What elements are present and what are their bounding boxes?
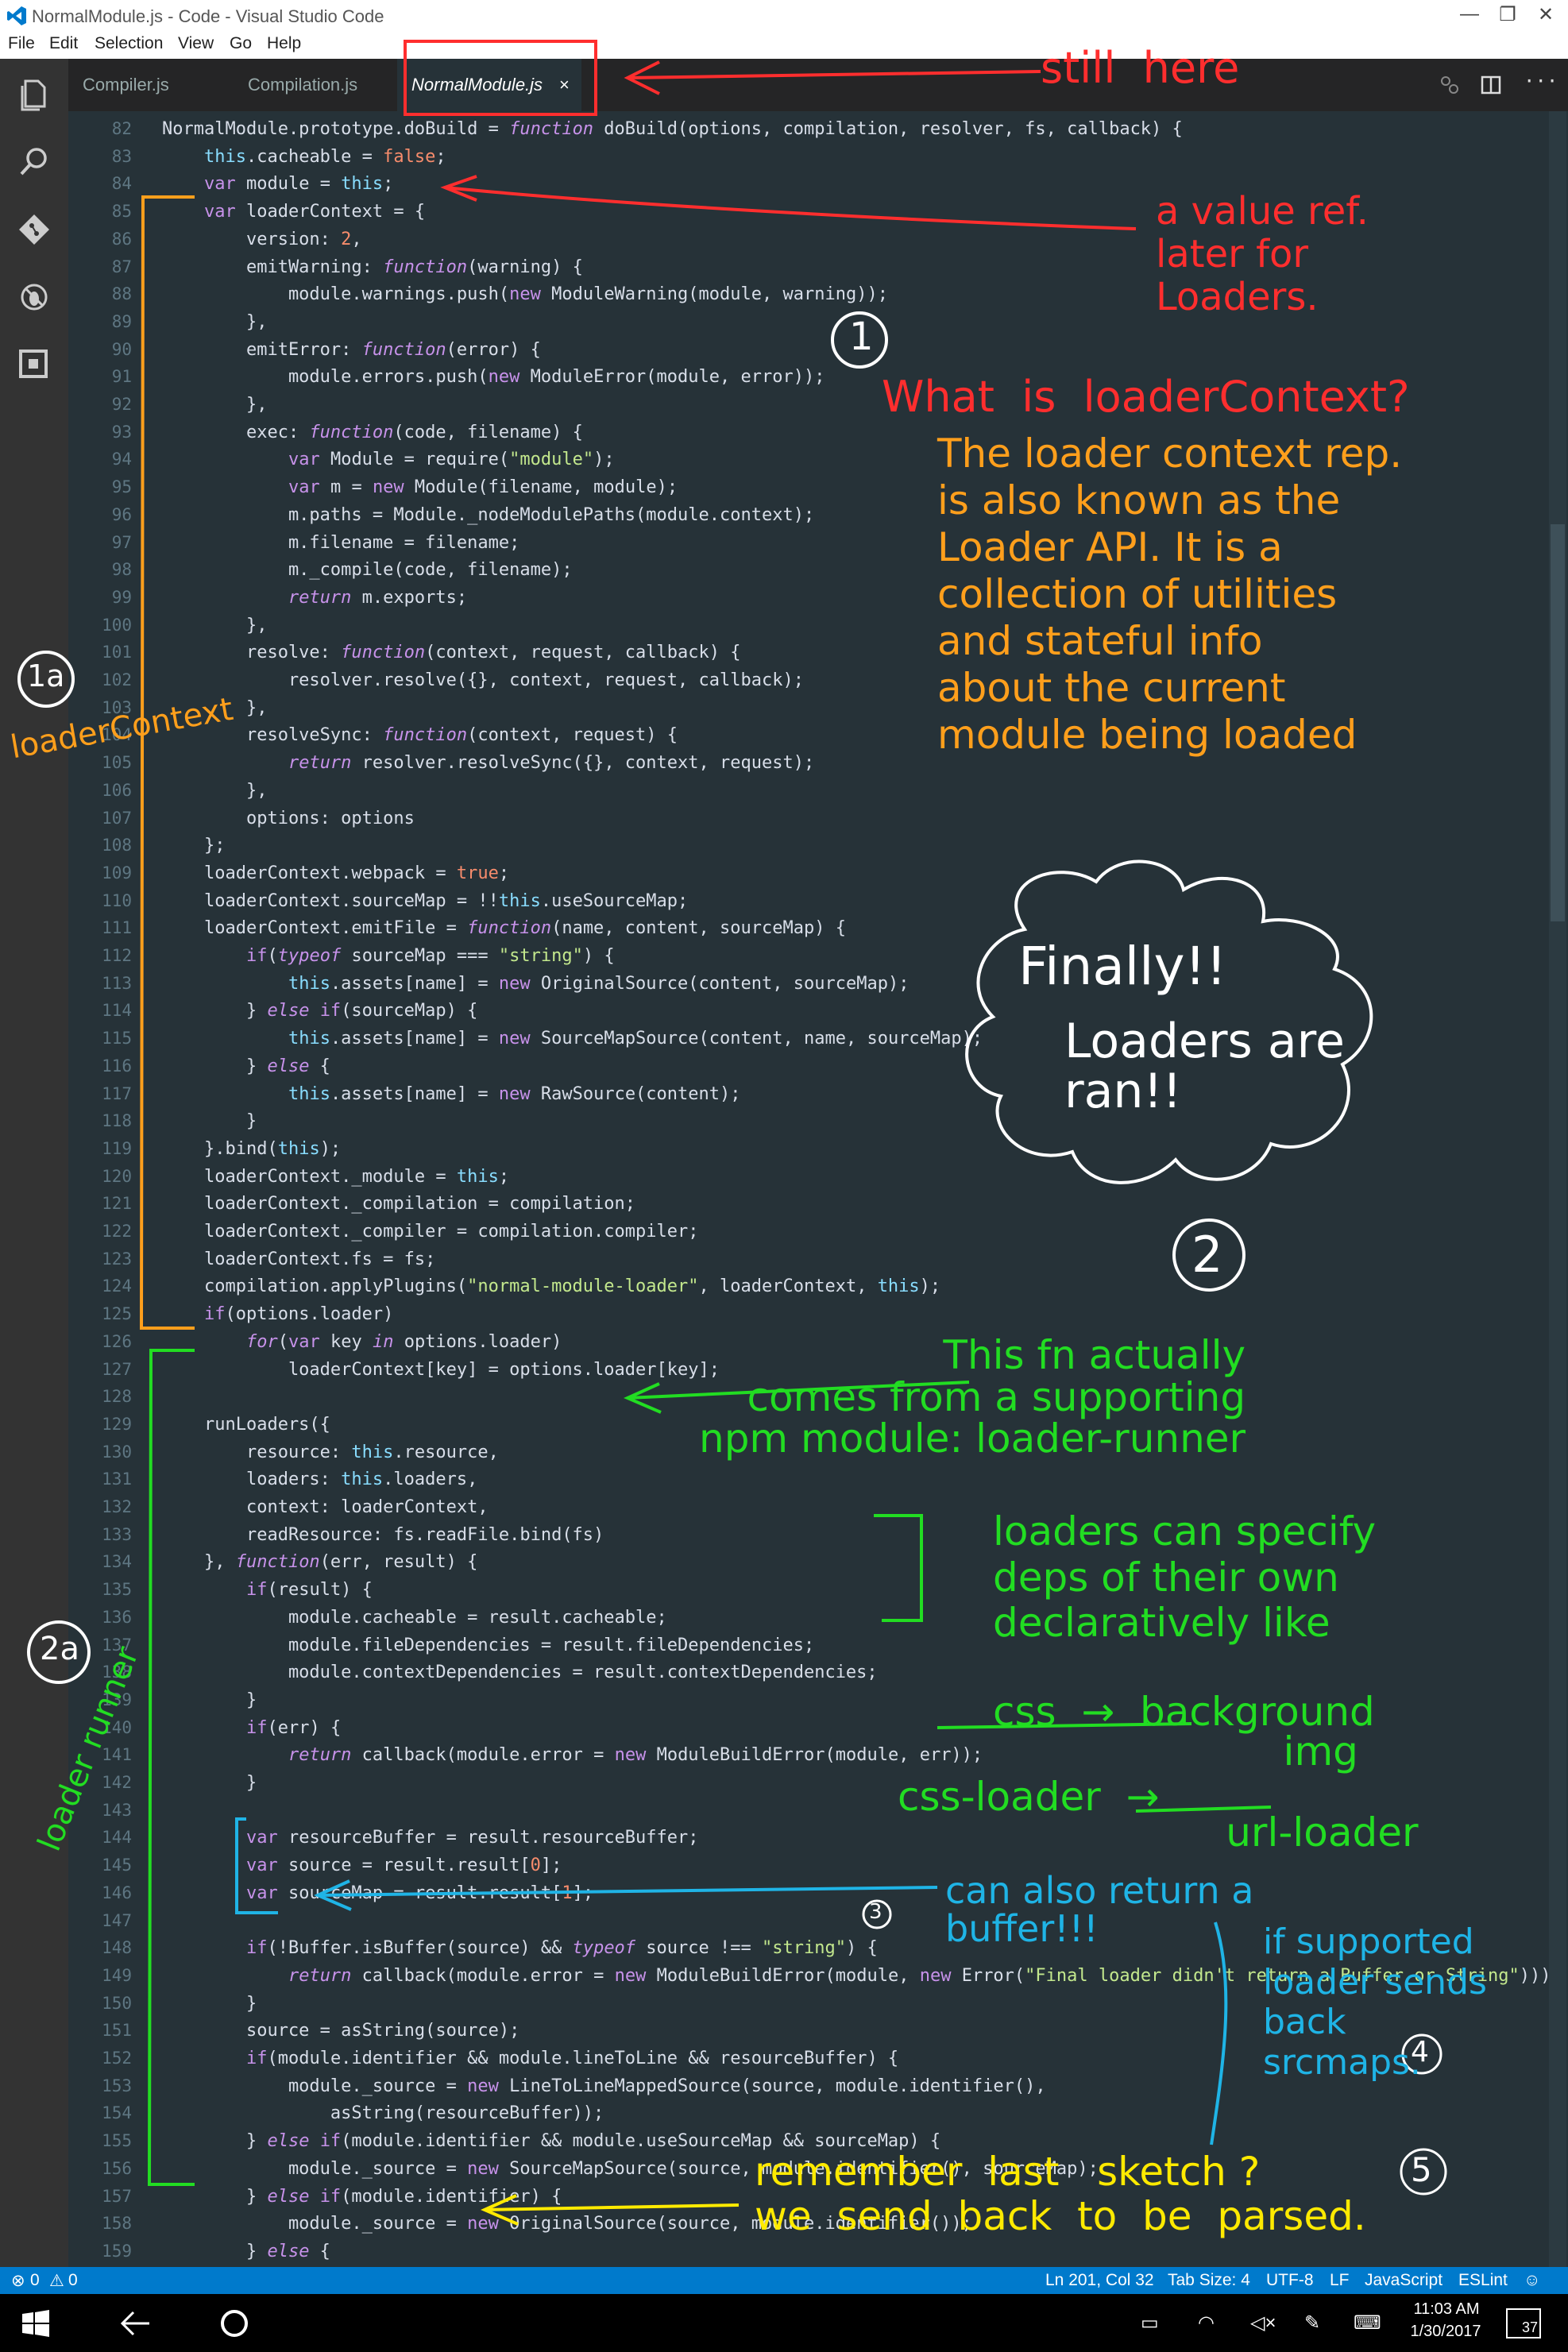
windows-start-icon[interactable] xyxy=(22,2310,49,2337)
loader-context-bracket xyxy=(139,195,195,1330)
finally-cloud xyxy=(965,859,1373,1184)
buffer-arrow xyxy=(317,1886,938,1897)
action-center-badge[interactable]: 37 xyxy=(1506,2308,1541,2338)
volume-icon[interactable]: ◁× xyxy=(1250,2311,1276,2335)
fn-comes-arrow xyxy=(627,1381,970,1400)
feedback-icon[interactable]: ☺ xyxy=(1524,2271,1540,2290)
still-here-arrow xyxy=(627,70,1041,79)
cursor-position[interactable]: Ln 201, Col 32 xyxy=(1045,2271,1154,2290)
back-arrow-icon[interactable] xyxy=(119,2310,151,2337)
keyboard-icon[interactable]: ⌨ xyxy=(1354,2311,1381,2335)
wifi-icon[interactable]: ◠ xyxy=(1198,2311,1215,2335)
battery-icon[interactable]: ▭ xyxy=(1141,2311,1159,2335)
deps-bracket xyxy=(874,1514,923,1622)
language-mode[interactable]: JavaScript xyxy=(1365,2271,1442,2290)
warning-icon[interactable]: ⚠ xyxy=(49,2271,64,2291)
status-bar: ⊗ 0 ⚠ 0 Ln 201, Col 32 Tab Size: 4 UTF-8… xyxy=(0,2267,1568,2294)
tab-highlight-box xyxy=(404,40,597,116)
cortana-icon[interactable] xyxy=(219,2308,249,2338)
warning-count[interactable]: 0 xyxy=(68,2271,78,2290)
buffer-check-bracket xyxy=(235,1817,278,1914)
error-icon[interactable]: ⊗ xyxy=(11,2271,25,2291)
tab-size[interactable]: Tab Size: 4 xyxy=(1168,2271,1250,2290)
linter-status[interactable]: ESLint xyxy=(1458,2271,1508,2290)
clock-date[interactable]: 1/30/2017 xyxy=(1406,2323,1485,2341)
annotation-strokes xyxy=(17,40,1447,2226)
windows-taskbar: ▭ ◠ ◁× ✎ ⌨ 11:03 AM 1/30/2017 37 xyxy=(0,2294,1568,2352)
line-ending[interactable]: LF xyxy=(1330,2271,1350,2290)
error-count[interactable]: 0 xyxy=(30,2271,40,2290)
encoding[interactable]: UTF-8 xyxy=(1266,2271,1314,2290)
value-ref-arrow xyxy=(444,186,1137,230)
loader-runner-bracket xyxy=(147,1349,195,2186)
pen-icon[interactable]: ✎ xyxy=(1304,2311,1320,2335)
callback-arrow xyxy=(484,2203,740,2211)
clock-time[interactable]: 11:03 AM xyxy=(1411,2300,1482,2319)
